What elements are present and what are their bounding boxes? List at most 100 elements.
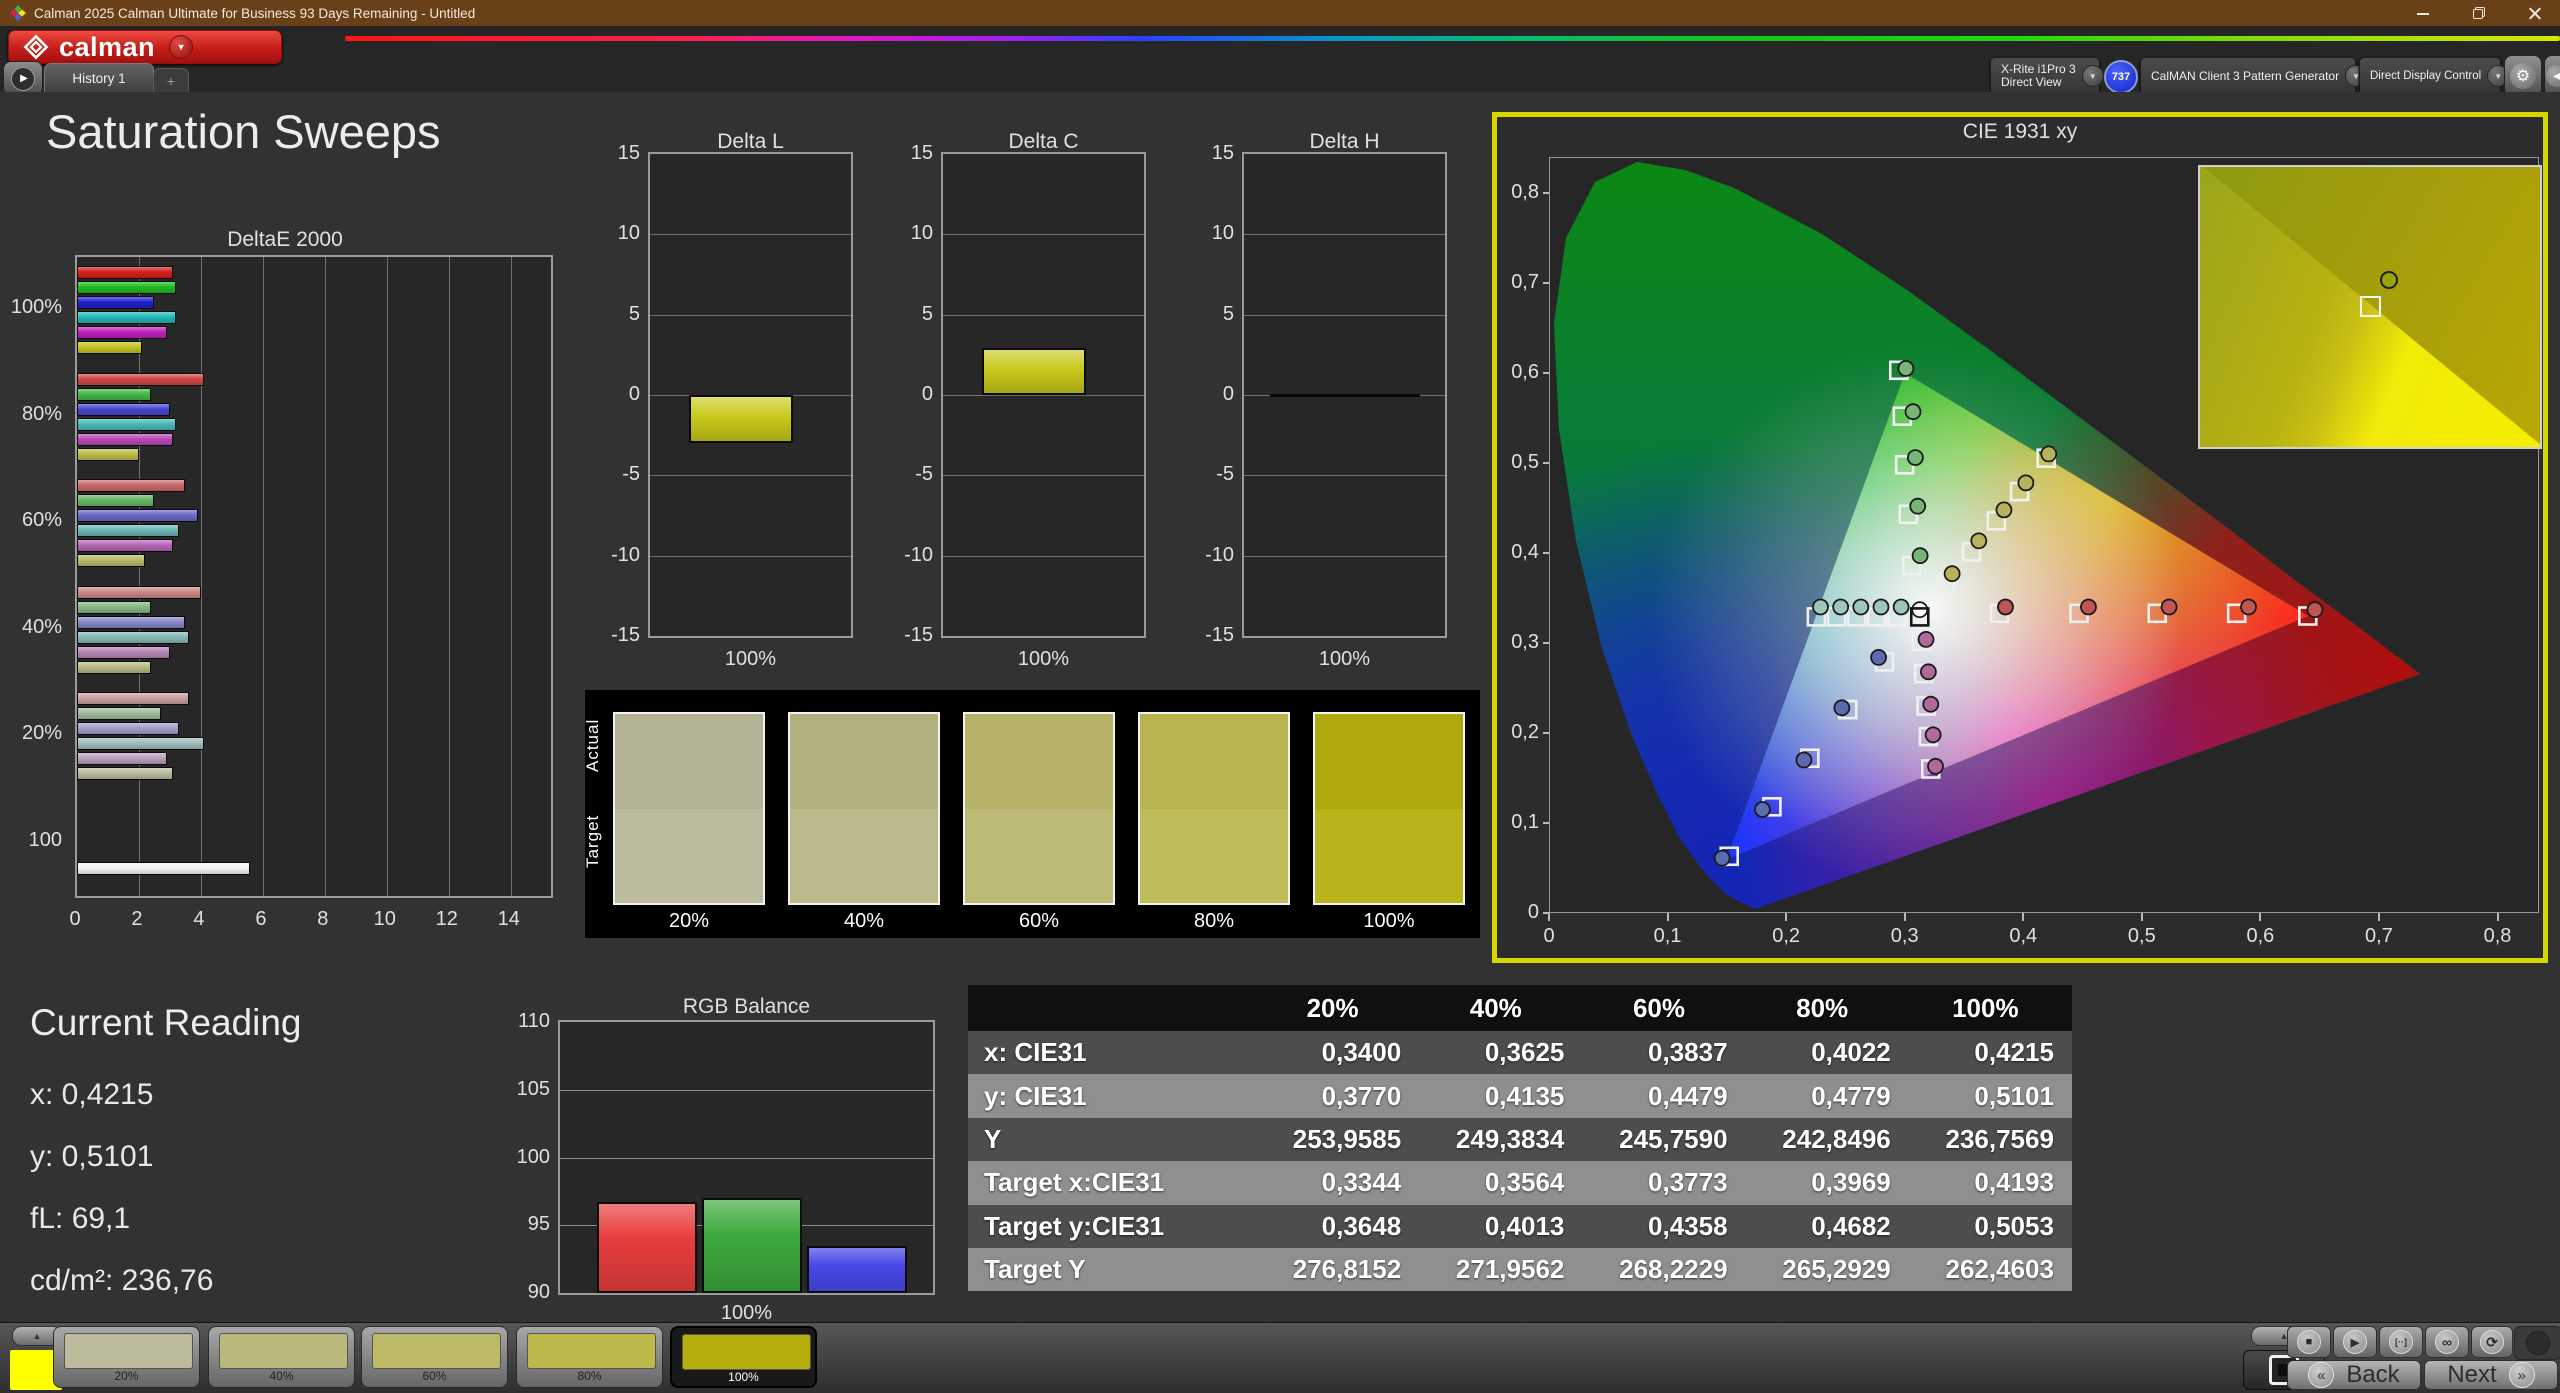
meter-chevron-button[interactable]: ▼ bbox=[2082, 65, 2104, 87]
pattern-generator-dropdown[interactable]: CalMAN Client 3 Pattern Generator ▼ bbox=[2140, 57, 2356, 95]
table-row-label: x: CIE31 bbox=[968, 1031, 1256, 1074]
deltae-bar-80%-yellow bbox=[77, 448, 139, 461]
back-button[interactable]: « Back bbox=[2287, 1360, 2421, 1390]
deltae-bar-20%-red bbox=[77, 692, 189, 705]
settings-button[interactable]: ⚙ bbox=[2504, 55, 2542, 97]
pattern-button-20%[interactable]: 20% bbox=[53, 1326, 200, 1388]
table-row: Y253,9585249,3834245,7590242,8496236,756… bbox=[968, 1118, 2072, 1161]
deltae-bar-100%-blue bbox=[77, 296, 154, 309]
rgb-y-tick: 105 bbox=[502, 1078, 550, 1101]
magenta-measured-marker bbox=[1928, 759, 1943, 774]
deltae-bar-100%-cyan bbox=[77, 311, 176, 324]
cyan-measured-marker bbox=[1853, 600, 1868, 615]
collapse-panel-button[interactable]: ◀ bbox=[2544, 55, 2560, 97]
cie-x-axis: 00,10,20,30,40,50,60,70,8 bbox=[1549, 917, 2539, 947]
display-control-label: Direct Display Control bbox=[2370, 70, 2481, 83]
delta_c-gridline bbox=[943, 315, 1144, 316]
tab-history-1[interactable]: History 1 bbox=[44, 63, 154, 93]
pattern-swatch-60% bbox=[372, 1333, 501, 1369]
cie-y-tick: 0,5 bbox=[1497, 451, 1539, 474]
meter-dropdown[interactable]: X-Rite i1Pro 3 Direct View ▼ bbox=[1990, 57, 2100, 95]
delta_l-y-tick: 5 bbox=[590, 303, 640, 326]
stop-icon: ■ bbox=[2306, 1336, 2313, 1348]
table-value-cell: 0,4779 bbox=[1746, 1074, 1909, 1117]
cie-y-tick: 0,1 bbox=[1497, 811, 1539, 834]
meter-line2: Direct View bbox=[2001, 75, 2061, 89]
refresh-button[interactable]: ⟳ bbox=[2471, 1326, 2513, 1358]
table-value-cell: 0,3648 bbox=[1256, 1205, 1419, 1248]
workflow-advance-button[interactable]: ▶ bbox=[3, 61, 43, 96]
red-measured-marker bbox=[2162, 600, 2177, 615]
meter-reading-badge: 737 bbox=[2104, 60, 2138, 94]
next-button[interactable]: Next » bbox=[2424, 1360, 2558, 1390]
deltae-bar-60%-green bbox=[77, 494, 154, 507]
cyan-measured-marker bbox=[1833, 600, 1848, 615]
actual-swatch-40% bbox=[790, 714, 938, 809]
refresh-icon: ⟳ bbox=[2486, 1334, 2498, 1351]
table-value-cell: 265,2929 bbox=[1746, 1248, 1909, 1291]
start-measure-button[interactable]: ▶ bbox=[2333, 1326, 2377, 1358]
blue-measured-marker bbox=[1834, 700, 1849, 715]
delta_c-gridline bbox=[943, 556, 1144, 557]
single-measure-button[interactable]: [··] bbox=[2379, 1326, 2423, 1358]
stop-measure-button[interactable]: ■ bbox=[2287, 1326, 2331, 1358]
chevron-down-icon: ▼ bbox=[177, 42, 186, 52]
calman-menu-button[interactable]: calman ▼ bbox=[8, 30, 282, 64]
table-row: Target Y276,8152271,9562268,2229265,2929… bbox=[968, 1248, 2072, 1291]
calman-menu-chevron[interactable]: ▼ bbox=[169, 35, 193, 59]
target-swatch-40% bbox=[790, 809, 938, 904]
cie-x-tickmark bbox=[2378, 913, 2380, 921]
disabled-transport-button bbox=[2514, 1326, 2560, 1360]
deltae-x-tick: 2 bbox=[107, 908, 167, 931]
restore-button[interactable] bbox=[2472, 6, 2486, 20]
table-row: Target y:CIE310,36480,40130,43580,46820,… bbox=[968, 1205, 2072, 1248]
table-value-cell: 0,4193 bbox=[1909, 1161, 2072, 1204]
deltae-bar-100%-yellow bbox=[77, 341, 142, 354]
close-button[interactable] bbox=[2528, 6, 2542, 20]
table-value-cell: 0,3564 bbox=[1419, 1161, 1582, 1204]
table-header-cell: 20% bbox=[1256, 985, 1419, 1031]
delta_h-gridline bbox=[1244, 234, 1445, 235]
swatch-column-label: 80% bbox=[1138, 910, 1290, 933]
magenta-measured-marker bbox=[1923, 697, 1938, 712]
cie-y-tickmark bbox=[1543, 642, 1549, 644]
add-tab-button[interactable]: + bbox=[153, 68, 189, 93]
deltae-gridline bbox=[449, 257, 450, 896]
delta_h-gridline bbox=[1244, 556, 1445, 557]
pattern-swatch-80% bbox=[527, 1333, 656, 1369]
minimize-button[interactable] bbox=[2416, 6, 2430, 20]
cyan-measured-marker bbox=[1873, 600, 1888, 615]
deltae-x-axis: 02468101214 bbox=[75, 904, 553, 930]
table-value-cell: 245,7590 bbox=[1582, 1118, 1745, 1161]
cie-y-tickmark bbox=[1543, 192, 1549, 194]
calman-diamond-icon bbox=[19, 30, 53, 64]
cie-x-tickmark bbox=[1667, 913, 1669, 921]
rgb-gridline bbox=[560, 1158, 933, 1159]
cie-y-axis: 00,10,20,30,40,50,60,70,8 bbox=[1497, 157, 1547, 917]
deltae-bar-40%-magenta bbox=[77, 646, 170, 659]
display-control-dropdown[interactable]: Direct Display Control ▼ bbox=[2359, 57, 2501, 95]
back-chevrons-icon: « bbox=[2308, 1362, 2334, 1388]
cie-y-tickmark bbox=[1543, 372, 1549, 374]
deltae-x-tick: 14 bbox=[479, 908, 539, 931]
page-title: Saturation Sweeps bbox=[46, 104, 441, 159]
pattern-generator-label: CalMAN Client 3 Pattern Generator bbox=[2151, 70, 2339, 83]
table-row: Target x:CIE310,33440,35640,37730,39690,… bbox=[968, 1161, 2072, 1204]
pattern-button-100%[interactable]: 100% bbox=[670, 1326, 817, 1388]
delta_c-y-tick: 5 bbox=[883, 303, 933, 326]
blue-measured-marker bbox=[1755, 802, 1770, 817]
pattern-button-80%[interactable]: 80% bbox=[516, 1326, 663, 1388]
cie-x-tick: 0,5 bbox=[2112, 925, 2172, 948]
table-value-cell: 0,4358 bbox=[1582, 1205, 1745, 1248]
plus-icon: + bbox=[167, 73, 175, 89]
deltae-bar-80%-blue bbox=[77, 403, 170, 416]
pattern-button-40%[interactable]: 40% bbox=[208, 1326, 355, 1388]
red-measured-marker bbox=[2241, 600, 2256, 615]
gear-icon: ⚙ bbox=[2516, 66, 2530, 86]
deltae-bar-80%-magenta bbox=[77, 433, 173, 446]
continuous-measure-button[interactable]: ∞ bbox=[2425, 1326, 2469, 1358]
pattern-button-60%[interactable]: 60% bbox=[361, 1326, 508, 1388]
deltae-chart-title: DeltaE 2000 bbox=[160, 228, 410, 252]
cie-y-tick: 0,2 bbox=[1497, 721, 1539, 744]
delta_c-y-tick: -10 bbox=[883, 544, 933, 567]
